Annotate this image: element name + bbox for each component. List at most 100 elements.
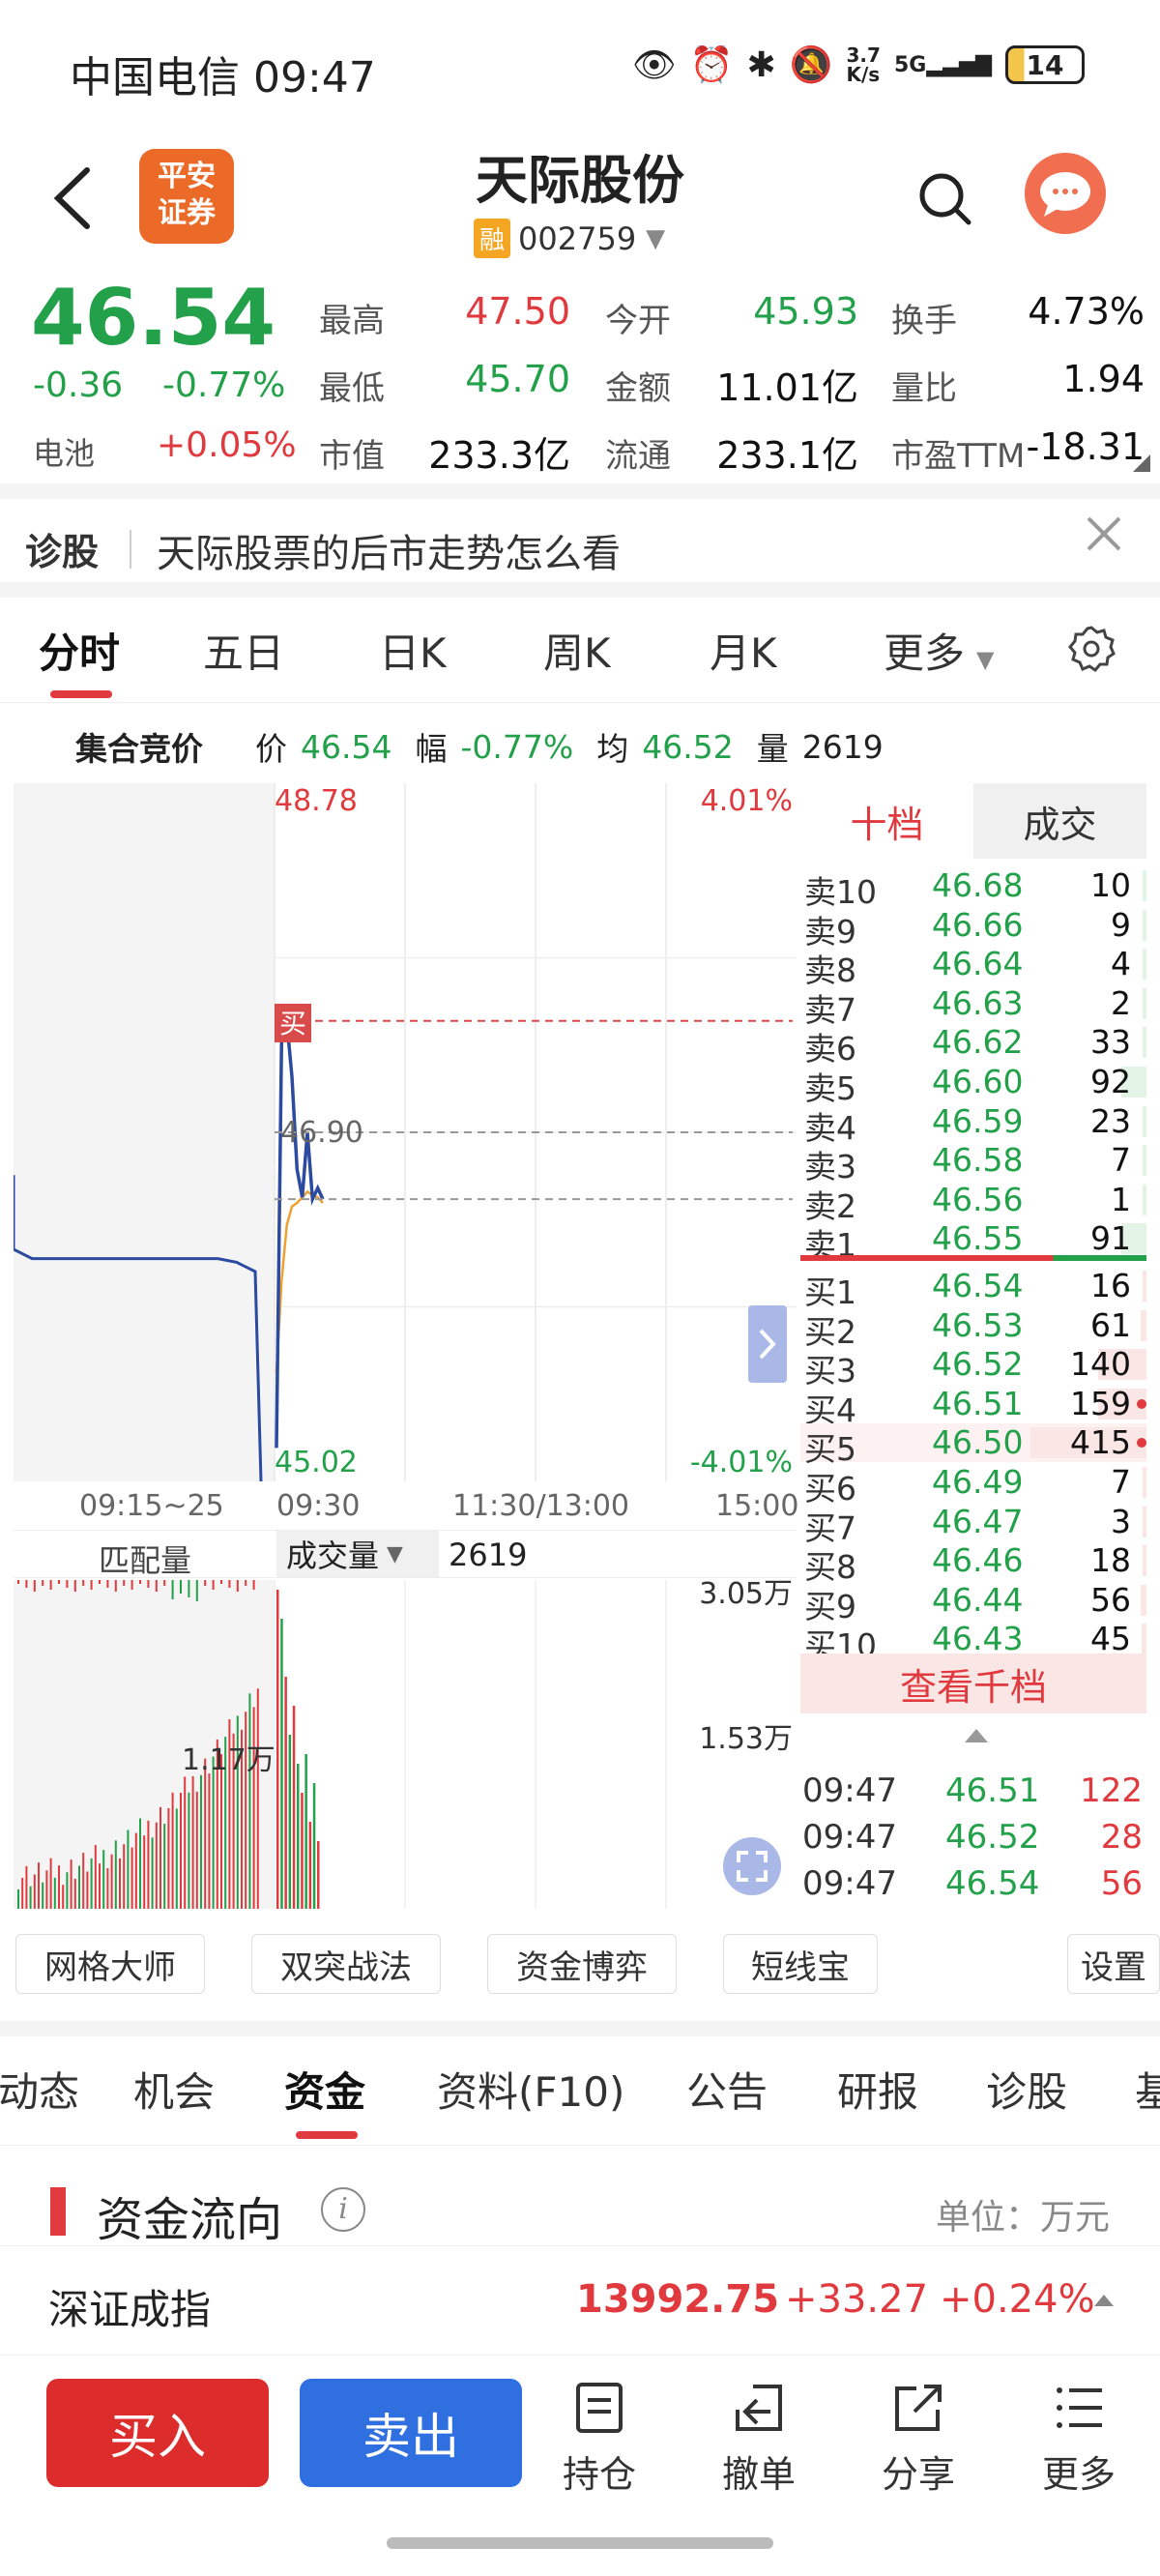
imbalance-bar [73, 1580, 76, 1592]
tab-ten-levels[interactable]: 十档 [800, 783, 973, 859]
bid-row[interactable]: 买4 46.51 159 [800, 1385, 1146, 1429]
imbalance-bar [90, 1580, 93, 1590]
imbalance-bar [82, 1580, 85, 1586]
volume-bar [155, 1822, 158, 1909]
gear-icon[interactable] [1067, 625, 1116, 673]
diagnosis-label: 诊股 [25, 531, 100, 573]
ask-row[interactable]: 卖7 46.63 2 [800, 984, 1146, 1029]
tab-f10[interactable]: 资料(F10) [437, 2060, 624, 2119]
trade-vol: 122 [1080, 1771, 1143, 1810]
x-tick-label: 09:30 [276, 1489, 361, 1523]
divider [0, 483, 1160, 499]
tool-grid-master[interactable]: 网格大师 [15, 1934, 205, 1994]
caret-up-icon [1094, 2295, 1114, 2306]
volume-bar [184, 1776, 187, 1909]
indicator-selector[interactable]: 成交量 ▼ [276, 1531, 439, 1577]
ask-row[interactable]: 卖8 46.64 4 [800, 945, 1146, 989]
sector-change: +0.05% [157, 425, 297, 465]
tab-funds[interactable]: 资金 [284, 2060, 365, 2119]
more-button[interactable]: 更多 [1021, 2381, 1137, 2498]
tab-intraday[interactable]: 分时 [39, 621, 120, 680]
volume-bar [160, 1806, 161, 1909]
tab-monthly-k[interactable]: 月K [710, 621, 777, 680]
tab-news[interactable]: 动态 [0, 2060, 79, 2119]
y-bottom-label: 45.02 [275, 1446, 358, 1479]
corner-triangle-icon[interactable] [1133, 454, 1150, 472]
level-vol: 23 [1090, 1101, 1131, 1140]
stock-code-selector[interactable]: 融 002759 ▼ [474, 219, 665, 258]
imbalance-bar [130, 1580, 133, 1590]
bid-row[interactable]: 买8 46.46 18 [800, 1541, 1146, 1586]
bid-row[interactable]: 买6 46.49 7 [800, 1463, 1146, 1508]
level-vol: 1 [1111, 1180, 1131, 1218]
tab-five-day[interactable]: 五日 [203, 621, 284, 680]
tab-research[interactable]: 研报 [837, 2060, 918, 2119]
ask-row[interactable]: 卖10 46.68 10 [800, 866, 1146, 911]
price-label: 价 [255, 730, 287, 768]
bid-row[interactable]: 买2 46.53 61 [800, 1306, 1146, 1351]
tab-announcements[interactable]: 公告 [686, 2060, 768, 2119]
volume-bar [212, 1756, 215, 1909]
bid-row[interactable]: 买1 46.54 16 [800, 1267, 1146, 1311]
index-ticker[interactable]: 深证成指 13992.75 +33.27 +0.24% [0, 2245, 1160, 2356]
tool-short-term[interactable]: 短线宝 [723, 1934, 878, 1994]
fullscreen-button[interactable] [723, 1837, 781, 1895]
bid-row[interactable]: 买7 46.47 3 [800, 1503, 1146, 1547]
volume-bar [130, 1847, 133, 1909]
stat-label: 市盈TTM [891, 437, 1026, 476]
status-icons: 👁 ⏰ ✱ 🔕 3.7 K/s 5G▂▃▅▇ 14 [632, 44, 1085, 85]
volume-bar [304, 1754, 307, 1909]
close-icon[interactable] [1083, 512, 1125, 555]
ask-row[interactable]: 卖2 46.56 1 [800, 1180, 1146, 1225]
bid-row[interactable]: 买5 46.50 415 [800, 1423, 1146, 1468]
buy-button[interactable]: 买入 [46, 2379, 269, 2487]
intraday-chart[interactable]: 48.78 45.02 4.01% -4.01% 46.90 买 [14, 783, 797, 1481]
ask-row[interactable]: 卖4 46.59 23 [800, 1101, 1146, 1147]
tab-opportunity[interactable]: 机会 [133, 2060, 215, 2119]
vol-label: 量 [756, 730, 789, 768]
bid-row[interactable]: 买9 46.44 56 [800, 1581, 1146, 1625]
depth-bar [1143, 1506, 1146, 1537]
sell-button[interactable]: 卖出 [300, 2379, 522, 2487]
volume-bar [301, 1793, 304, 1909]
tab-daily-k[interactable]: 日K [379, 621, 447, 680]
share-button[interactable]: 分享 [860, 2381, 976, 2498]
view-thousand-levels-button[interactable]: 查看千档 [800, 1654, 1146, 1713]
stat-value: 45.93 [753, 290, 858, 333]
cancel-order-button[interactable]: 撤单 [701, 2381, 817, 2498]
tab-basic[interactable]: 基 [1135, 2060, 1160, 2119]
trade-vol: 28 [1100, 1818, 1143, 1857]
volume-bar [102, 1850, 105, 1909]
tab-trades[interactable]: 成交 [973, 783, 1146, 859]
index-name: 深证成指 [48, 2286, 212, 2333]
volume-bar [127, 1830, 130, 1909]
tab-diagnosis[interactable]: 诊股 [986, 2060, 1067, 2119]
ask-row[interactable]: 卖9 46.66 9 [800, 906, 1146, 951]
caret-up-icon[interactable] [965, 1729, 988, 1742]
volume-bar [248, 1693, 251, 1909]
tab-weekly-k[interactable]: 周K [543, 621, 611, 680]
stat-value: 47.50 [465, 290, 570, 333]
bid-row[interactable]: 买3 46.52 140 [800, 1345, 1146, 1390]
ask-row[interactable]: 卖1 46.55 91 [800, 1219, 1146, 1264]
search-icon[interactable] [916, 170, 972, 226]
tool-fund-game[interactable]: 资金博弈 [487, 1934, 677, 1994]
tool-settings[interactable]: 设置 [1067, 1934, 1160, 1994]
assistant-avatar[interactable] [1025, 153, 1106, 234]
document-icon [576, 2383, 623, 2433]
ask-row[interactable]: 卖5 46.60 92 [800, 1063, 1146, 1107]
diagnosis-prompt[interactable]: 天际股票的后市走势怎么看 [157, 522, 621, 578]
level-price: 46.59 [932, 1101, 1024, 1140]
tab-more[interactable]: 更多 ▼ [884, 621, 994, 680]
positions-button[interactable]: 持仓 [541, 2381, 657, 2498]
imbalance-bar [188, 1580, 190, 1597]
stat-label: 最高 [319, 302, 385, 340]
home-indicator[interactable] [387, 2537, 773, 2549]
expand-panel-handle[interactable] [748, 1305, 787, 1383]
more-label: 更多 [1041, 2453, 1116, 2496]
tool-double-breakout[interactable]: 双突战法 [251, 1934, 441, 1994]
ask-row[interactable]: 卖3 46.58 7 [800, 1141, 1146, 1186]
imbalance-bar [106, 1580, 109, 1588]
ask-row[interactable]: 卖6 46.62 33 [800, 1023, 1146, 1068]
info-icon[interactable]: i [321, 2187, 365, 2232]
